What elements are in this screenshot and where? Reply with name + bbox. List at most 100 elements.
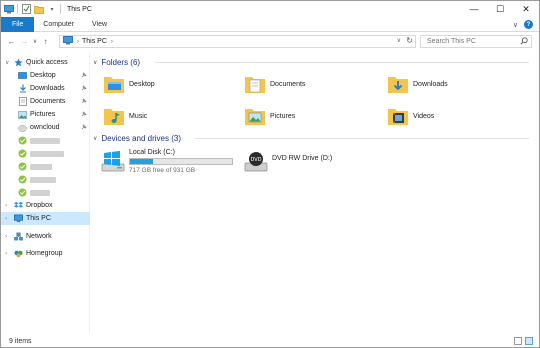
chevron-down-icon[interactable]: ∨ bbox=[5, 59, 9, 66]
folder-label: Downloads bbox=[413, 80, 448, 88]
folder-label: Videos bbox=[413, 112, 435, 120]
folder-item-videos[interactable]: Videos bbox=[387, 104, 434, 128]
tab-computer[interactable]: Computer bbox=[34, 17, 83, 32]
window-controls: — ☐ ✕ bbox=[461, 1, 539, 17]
sidebar-item-owncloud[interactable]: owncloud bbox=[1, 121, 90, 134]
details-view-button[interactable] bbox=[514, 337, 522, 345]
homegroup-icon bbox=[14, 249, 23, 258]
address-bar[interactable]: › This PC › ∨ ↻ bbox=[59, 35, 416, 48]
minimize-button[interactable]: — bbox=[461, 1, 487, 17]
folder-label: Desktop bbox=[129, 80, 155, 88]
desktop-icon bbox=[18, 71, 27, 80]
maximize-button[interactable]: ☐ bbox=[487, 1, 513, 17]
customize-toolbar-icon[interactable]: ▾ bbox=[47, 4, 57, 14]
item-count: 9 items bbox=[9, 337, 32, 345]
search-icon bbox=[520, 37, 528, 47]
sidebar-item-label: Pictures bbox=[30, 111, 56, 118]
tab-view[interactable]: View bbox=[83, 17, 116, 32]
sidebar-item-label: Quick access bbox=[26, 59, 68, 66]
synced-folder-icon bbox=[18, 136, 27, 145]
sidebar-item-redacted[interactable] bbox=[1, 147, 90, 160]
music-folder-icon bbox=[103, 105, 125, 127]
sidebar-item-this-pc[interactable]: › This PC bbox=[1, 212, 90, 225]
sidebar-item-label: Documents bbox=[30, 98, 66, 105]
up-button[interactable]: ↑ bbox=[39, 35, 52, 48]
devices-group-header[interactable]: ∨ Devices and drives (3) bbox=[93, 132, 533, 144]
breadcrumb-this-pc[interactable]: This PC bbox=[82, 38, 107, 45]
synced-folder-icon bbox=[18, 162, 27, 171]
drive-free-space: 717 GB free of 931 GB bbox=[129, 167, 196, 174]
help-icon[interactable]: ? bbox=[524, 20, 533, 29]
drive-item-dvd[interactable]: DVD DVD RW Drive (D:) bbox=[244, 149, 384, 177]
sidebar-item-pictures[interactable]: Pictures bbox=[1, 108, 90, 121]
tab-file[interactable]: File bbox=[1, 16, 35, 32]
sidebar-item-desktop[interactable]: Desktop bbox=[1, 69, 90, 82]
sidebar-item-redacted[interactable] bbox=[1, 134, 90, 147]
sidebar-item-redacted[interactable] bbox=[1, 160, 90, 173]
sidebar-item-downloads[interactable]: Downloads bbox=[1, 82, 90, 95]
star-icon bbox=[14, 58, 23, 67]
sidebar-item-label: Dropbox bbox=[26, 202, 53, 209]
sidebar-item-label: Downloads bbox=[30, 85, 65, 92]
toolbar-separator bbox=[17, 4, 18, 14]
network-icon bbox=[14, 232, 23, 241]
search-input[interactable]: Search This PC bbox=[420, 35, 532, 48]
synced-folder-icon bbox=[18, 188, 27, 197]
breadcrumb-separator[interactable]: › bbox=[77, 39, 79, 45]
close-button[interactable]: ✕ bbox=[513, 1, 539, 17]
sidebar-item-dropbox[interactable]: › Dropbox bbox=[1, 199, 90, 212]
folder-item-music[interactable]: Music bbox=[103, 104, 147, 128]
breadcrumb-separator[interactable]: › bbox=[111, 39, 113, 45]
navigation-pane: ∨ Quick access Desktop Downloads Documen… bbox=[1, 53, 90, 333]
properties-icon[interactable] bbox=[21, 4, 31, 14]
dropbox-icon bbox=[14, 201, 23, 210]
dvd-drive-icon: DVD bbox=[244, 151, 268, 175]
sidebar-item-redacted[interactable] bbox=[1, 186, 90, 199]
chevron-right-icon[interactable]: › bbox=[5, 251, 7, 257]
folder-item-documents[interactable]: Documents bbox=[244, 72, 305, 96]
recent-locations-button[interactable]: ∨ bbox=[31, 35, 39, 48]
synced-folder-icon bbox=[18, 175, 27, 184]
chevron-right-icon[interactable]: › bbox=[5, 216, 7, 222]
chevron-down-icon[interactable]: ∨ bbox=[93, 59, 97, 66]
pictures-folder-icon bbox=[244, 105, 266, 127]
folder-item-pictures[interactable]: Pictures bbox=[244, 104, 295, 128]
this-pc-icon[interactable] bbox=[4, 4, 14, 14]
folder-label: Documents bbox=[270, 80, 306, 88]
large-icons-view-button[interactable] bbox=[525, 337, 533, 345]
folder-item-downloads[interactable]: Downloads bbox=[387, 72, 448, 96]
sidebar-item-documents[interactable]: Documents bbox=[1, 95, 90, 108]
sidebar-item-network[interactable]: › Network bbox=[1, 230, 90, 243]
redacted-label bbox=[30, 163, 52, 170]
drive-usage-bar bbox=[129, 158, 233, 165]
address-dropdown-button[interactable]: ∨ bbox=[397, 37, 401, 44]
new-folder-icon[interactable] bbox=[34, 4, 44, 14]
devices-group-title: Devices and drives (3) bbox=[101, 133, 181, 143]
ribbon-controls: ∨ ? bbox=[513, 17, 533, 32]
status-bar: 9 items bbox=[1, 334, 539, 348]
pin-icon[interactable] bbox=[81, 110, 87, 119]
sidebar-item-quick-access[interactable]: ∨ Quick access bbox=[1, 56, 90, 69]
chevron-down-icon[interactable]: ∨ bbox=[93, 135, 97, 142]
pin-icon[interactable] bbox=[81, 84, 87, 93]
folder-item-desktop[interactable]: Desktop bbox=[103, 72, 155, 96]
pin-icon[interactable] bbox=[81, 123, 87, 132]
sidebar-item-label: Desktop bbox=[30, 72, 56, 79]
sidebar-item-homegroup[interactable]: › Homegroup bbox=[1, 247, 90, 260]
expand-ribbon-icon[interactable]: ∨ bbox=[513, 21, 518, 29]
redacted-label bbox=[30, 150, 64, 157]
pictures-icon bbox=[18, 110, 27, 119]
chevron-right-icon[interactable]: › bbox=[5, 234, 7, 240]
back-button[interactable]: ← bbox=[5, 35, 18, 48]
folder-label: Pictures bbox=[270, 112, 296, 120]
download-arrow-icon bbox=[18, 84, 27, 93]
pin-icon[interactable] bbox=[81, 71, 87, 80]
sidebar-item-redacted[interactable] bbox=[1, 173, 90, 186]
forward-button[interactable]: → bbox=[18, 35, 31, 48]
pin-icon[interactable] bbox=[81, 97, 87, 106]
drive-item-local-disk[interactable]: Local Disk (C:) 717 GB free of 931 GB bbox=[101, 149, 241, 177]
title-bar: ▾ This PC — ☐ ✕ bbox=[1, 1, 539, 17]
refresh-button[interactable]: ↻ bbox=[406, 36, 413, 45]
folders-group-header[interactable]: ∨ Folders (6) bbox=[93, 56, 533, 68]
chevron-right-icon[interactable]: › bbox=[5, 203, 7, 209]
